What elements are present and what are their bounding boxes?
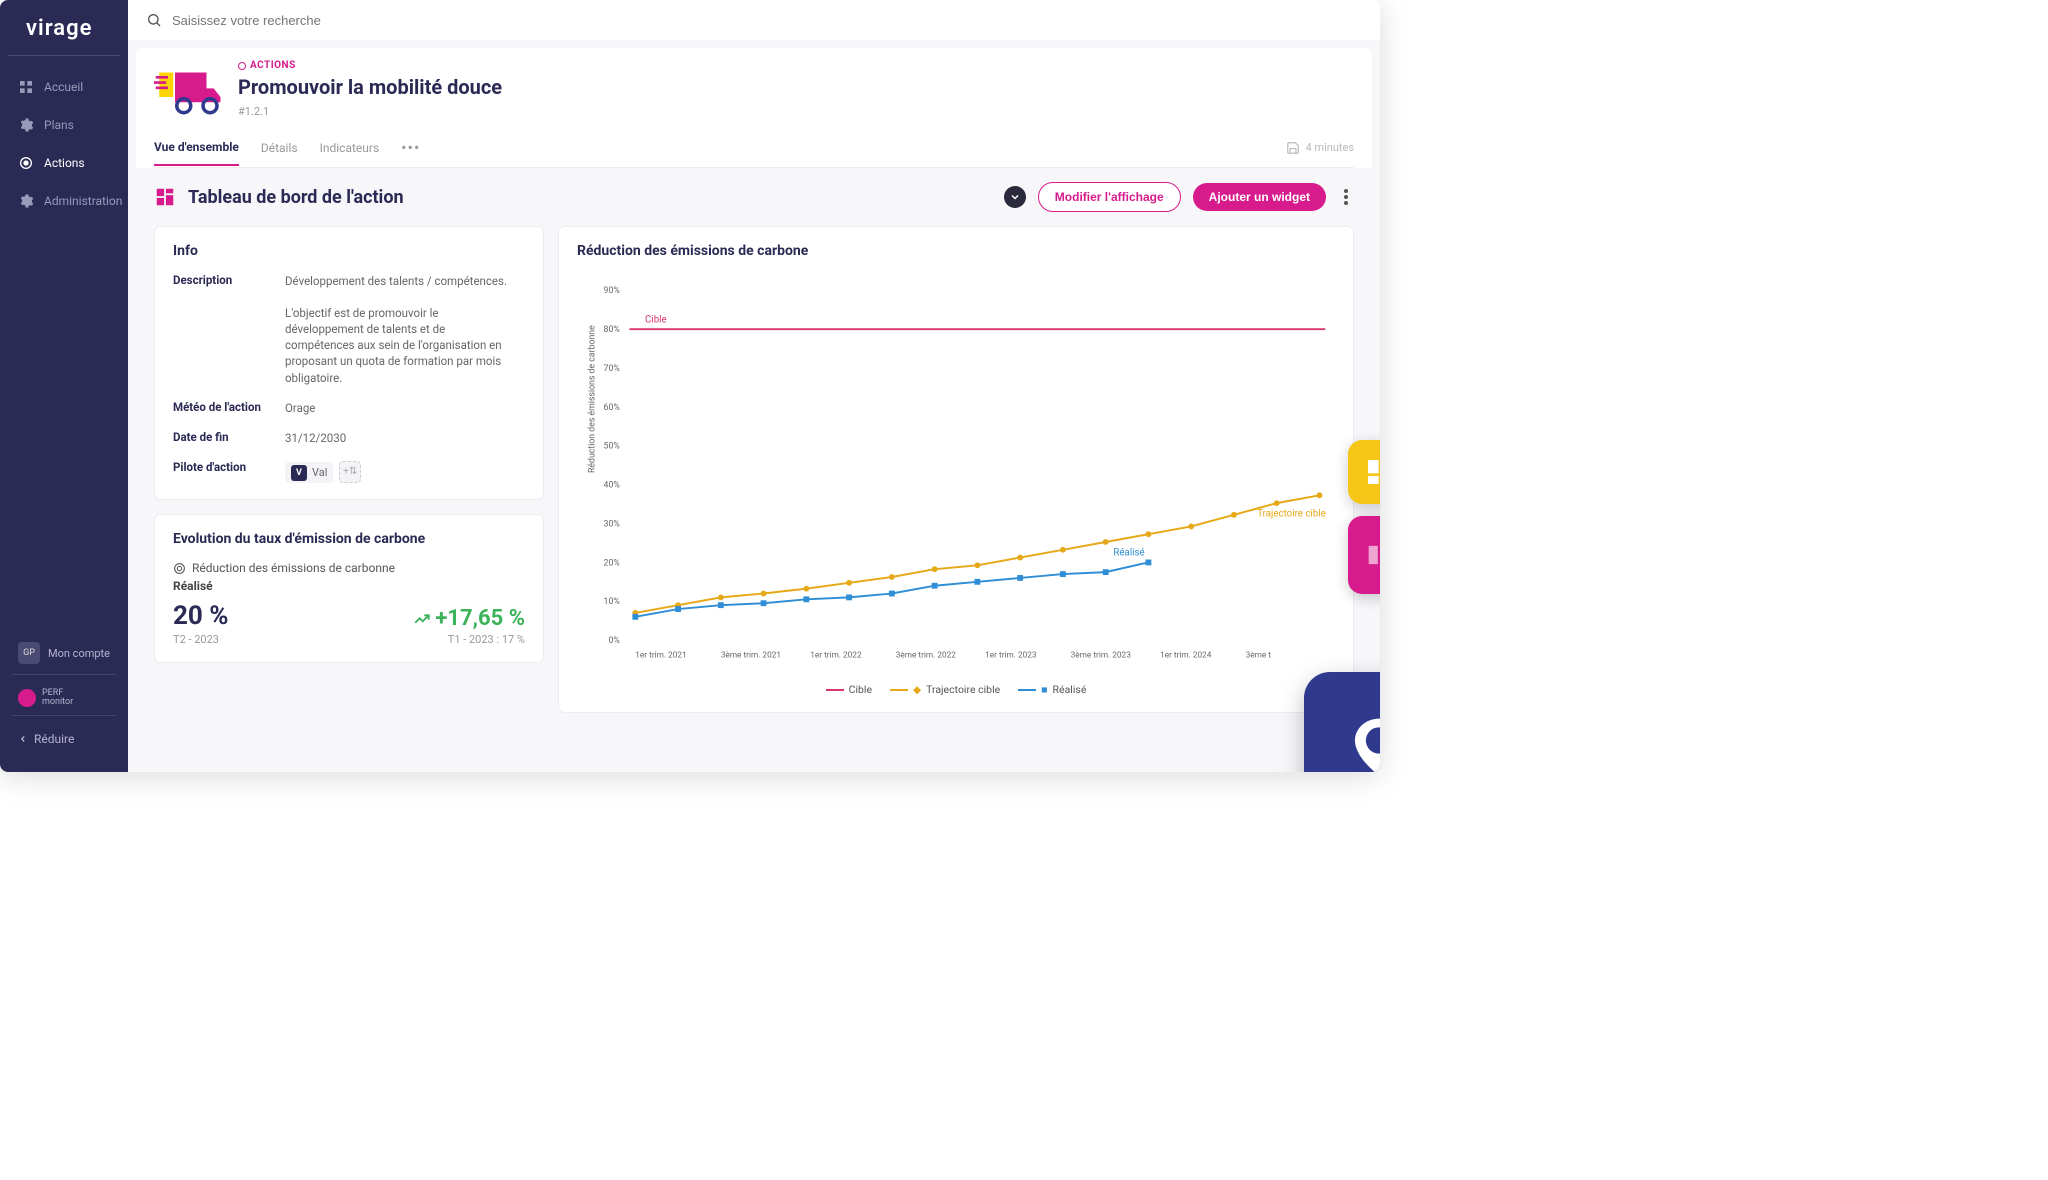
evo-delta: +17,65 %: [413, 606, 525, 631]
nav-administration-label: Administration: [44, 194, 122, 208]
info-datefin-label: Date de fin: [173, 430, 273, 446]
svg-text:1er trim. 2023: 1er trim. 2023: [985, 651, 1037, 661]
search-input[interactable]: [172, 13, 1362, 28]
collapse-sidebar[interactable]: Réduire: [12, 722, 116, 756]
svg-text:Cible: Cible: [645, 314, 667, 325]
pilote-chip[interactable]: VVal: [285, 462, 333, 483]
svg-text:Réalisé: Réalisé: [1113, 548, 1144, 559]
svg-text:3ème trim. 2021: 3ème trim. 2021: [721, 651, 781, 661]
evo-period: T2 - 2023: [173, 633, 229, 646]
svg-text:70%: 70%: [604, 364, 621, 374]
nav-plans-label: Plans: [44, 118, 74, 132]
account-avatar: GP: [18, 642, 40, 664]
svg-text:50%: 50%: [604, 442, 621, 452]
info-meteo-value: Orage: [285, 400, 315, 416]
svg-text:3ème trim. 2023: 3ème trim. 2023: [1071, 651, 1132, 661]
collapse-label: Réduire: [34, 732, 74, 746]
svg-text:20%: 20%: [604, 558, 621, 568]
svg-text:0%: 0%: [608, 636, 620, 646]
nav-actions[interactable]: Actions: [0, 144, 128, 182]
svg-text:10%: 10%: [604, 597, 621, 607]
svg-text:90%: 90%: [604, 286, 621, 296]
gear-icon: [18, 193, 34, 209]
perf-monitor-link[interactable]: PERF monitor: [12, 681, 116, 716]
page-subid: #1.2.1: [238, 105, 502, 118]
modify-layout-button[interactable]: Modifier l'affichage: [1038, 182, 1181, 212]
last-saved: 4 minutes: [1286, 141, 1354, 165]
tab-overview[interactable]: Vue d'ensemble: [154, 140, 239, 166]
save-icon: [1286, 141, 1300, 155]
svg-text:1er trim. 2021: 1er trim. 2021: [635, 651, 686, 661]
add-widget-button[interactable]: Ajouter un widget: [1193, 183, 1326, 211]
dashboard-title: Tableau de bord de l'action: [188, 187, 992, 208]
svg-text:3ème t: 3ème t: [1246, 651, 1272, 661]
emissions-chart: Réduction des émissions de carbonne 0% 1…: [577, 273, 1335, 673]
target-icon: [18, 155, 34, 171]
cards-icon: [1365, 533, 1380, 577]
action-icon: [154, 60, 224, 120]
account-link[interactable]: GP Mon compte: [12, 632, 116, 675]
svg-text:40%: 40%: [604, 481, 621, 491]
brand-logo: virage: [8, 16, 120, 56]
tab-more[interactable]: •••: [401, 138, 420, 167]
grid-icon: [1364, 456, 1380, 488]
nav-administration[interactable]: Administration: [0, 182, 128, 220]
tab-indicators[interactable]: Indicateurs: [320, 141, 380, 165]
float-badge-grid: [1348, 440, 1380, 504]
perf-icon: [18, 689, 36, 707]
add-pilote-button[interactable]: +⇅: [339, 461, 361, 483]
chevron-down-icon: [1009, 191, 1021, 203]
evolution-card-title: Evolution du taux d'émission de carbone: [173, 531, 525, 547]
chart-card: Réduction des émissions de carbone Réduc…: [558, 226, 1354, 713]
breadcrumb: ACTIONS: [238, 60, 502, 71]
target-icon: [173, 562, 186, 575]
page-title: Promouvoir la mobilité douce: [238, 75, 502, 99]
float-badge-cards: [1348, 516, 1380, 594]
svg-text:Réduction des émissions de car: Réduction des émissions de carbonne: [587, 325, 597, 473]
nav-actions-label: Actions: [44, 156, 85, 170]
account-label: Mon compte: [48, 647, 110, 660]
svg-text:1er trim. 2022: 1er trim. 2022: [810, 651, 862, 661]
trend-up-icon: [413, 610, 431, 628]
svg-text:80%: 80%: [604, 325, 621, 335]
float-badge-compass: [1304, 672, 1380, 772]
nav-accueil[interactable]: Accueil: [0, 68, 128, 106]
more-menu[interactable]: [1344, 189, 1348, 205]
dashboard-icon: [18, 79, 34, 95]
evolution-card: Evolution du taux d'émission de carbone …: [154, 514, 544, 663]
evo-realise-label: Réalisé: [173, 579, 525, 593]
compass-pin-icon: [1344, 712, 1380, 772]
scroll-down-button[interactable]: [1004, 186, 1026, 208]
evo-value: 20 %: [173, 601, 229, 631]
chart-card-title: Réduction des émissions de carbone: [577, 243, 1335, 259]
chevron-left-icon: [18, 734, 28, 744]
crumb-dot-icon: [238, 62, 246, 70]
svg-text:Trajectoire cible: Trajectoire cible: [1257, 509, 1325, 520]
evo-delta-sub: T1 - 2023 : 17 %: [413, 633, 525, 646]
nav-plans[interactable]: Plans: [0, 106, 128, 144]
info-card-title: Info: [173, 243, 525, 259]
search-bar: [128, 0, 1380, 40]
info-description-label: Description: [173, 273, 273, 386]
nav-accueil-label: Accueil: [44, 80, 83, 94]
info-card: Info Description Développement des talen…: [154, 226, 544, 500]
gear-icon: [18, 117, 34, 133]
sidebar: virage Accueil Plans Actions Administrat…: [0, 0, 128, 772]
tab-details[interactable]: Détails: [261, 141, 298, 165]
chart-legend: Cible ◆Trajectoire cible ■Réalisé: [577, 683, 1335, 696]
svg-text:1er trim. 2024: 1er trim. 2024: [1160, 651, 1212, 661]
info-pilote-label: Pilote d'action: [173, 460, 273, 483]
svg-text:3ème trim. 2022: 3ème trim. 2022: [896, 651, 957, 661]
svg-text:30%: 30%: [604, 519, 621, 529]
info-meteo-label: Météo de l'action: [173, 400, 273, 416]
search-icon: [146, 12, 162, 28]
dashboard-icon: [154, 186, 176, 208]
info-datefin-value: 31/12/2030: [285, 430, 346, 446]
svg-text:60%: 60%: [604, 403, 621, 413]
